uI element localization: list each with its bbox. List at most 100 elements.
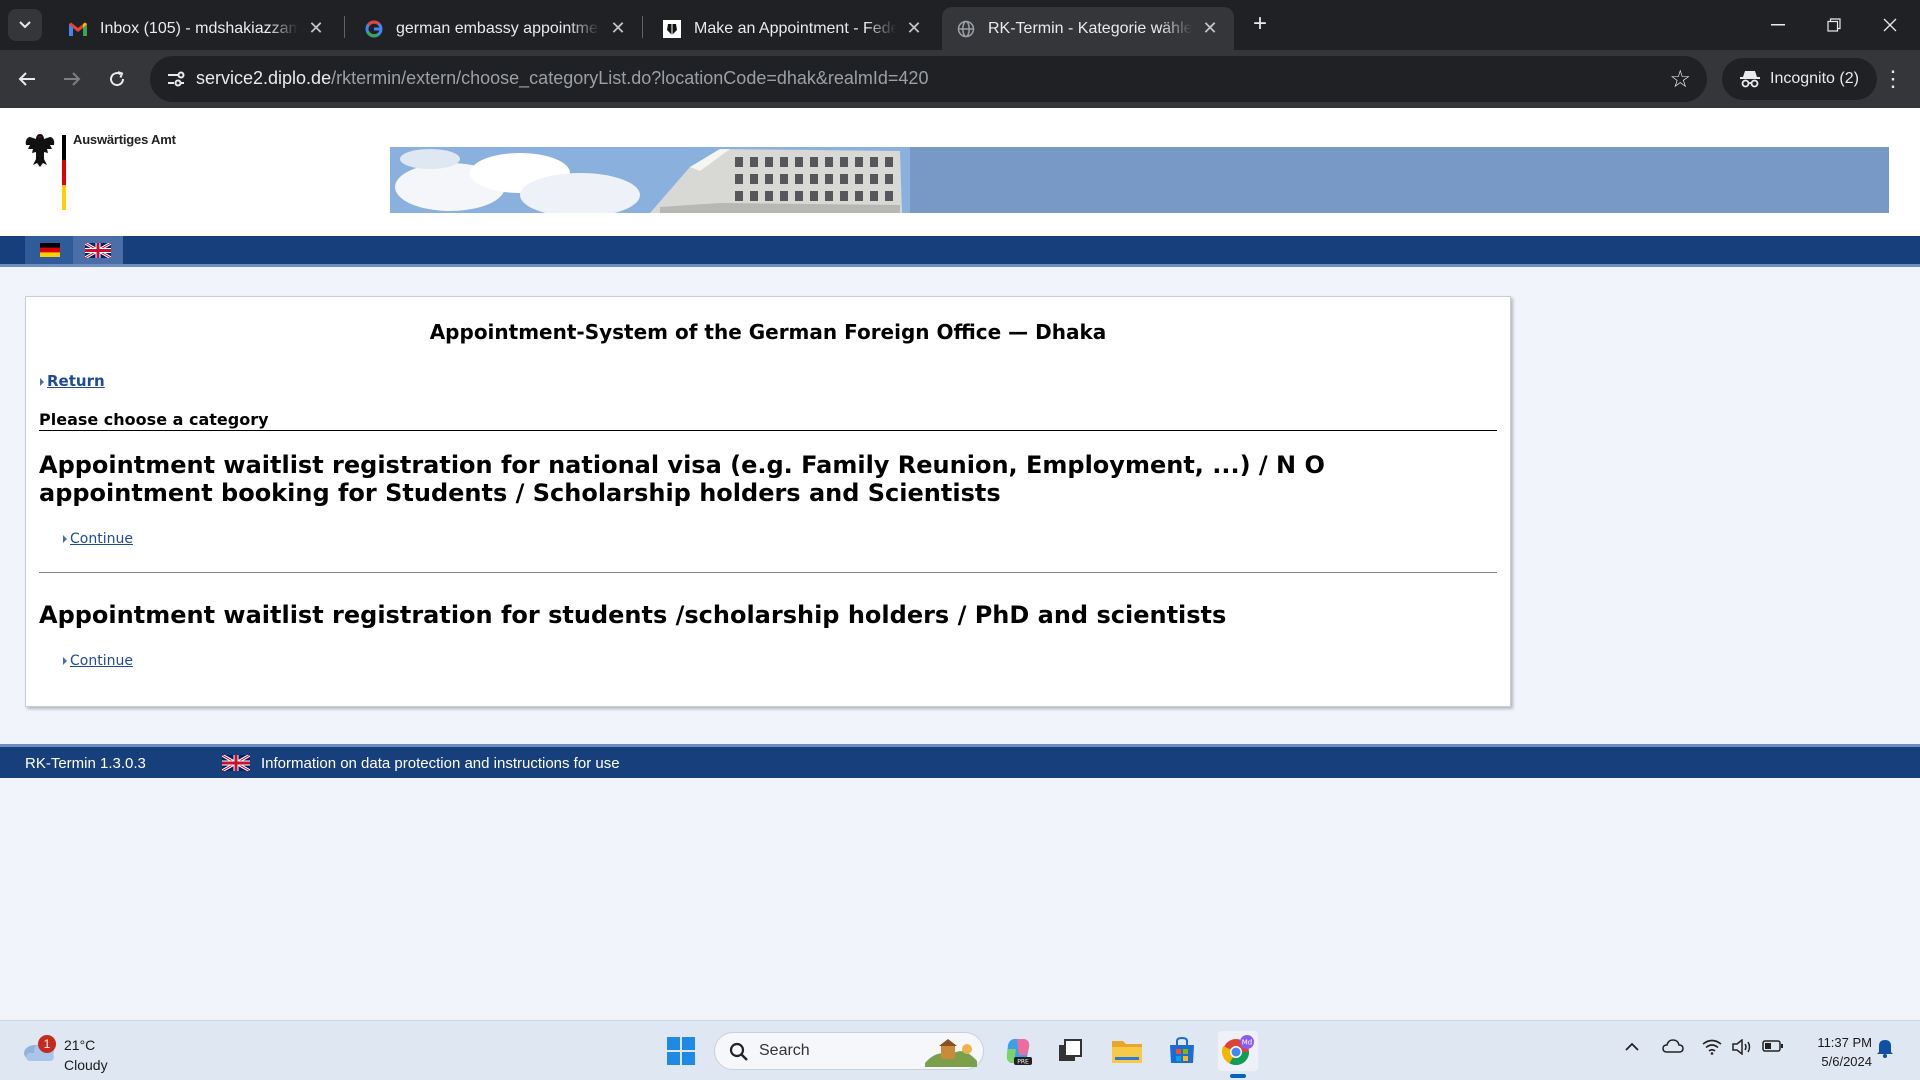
speaker-icon [1732,1038,1751,1056]
language-english-button[interactable] [73,236,123,264]
reload-button[interactable] [100,62,134,96]
close-icon[interactable]: ✕ [306,18,326,39]
tab-title: RK-Termin - Kategorie wählen [988,19,1192,37]
browser-tabstrip: Inbox (105) - mdshakiazzaman0 ✕ german e… [0,0,1920,50]
continue-link-students[interactable]: Continue [63,653,133,669]
continue-link-national-visa[interactable]: Continue [63,531,133,547]
chevron-up-icon [1625,1042,1639,1051]
notifications-button[interactable] [1876,1038,1894,1063]
incognito-label: Incognito (2) [1770,70,1859,87]
category-heading-students: Appointment waitlist registration for st… [39,601,1227,629]
uk-flag-icon [222,755,250,771]
search-highlight-illustration [925,1039,977,1067]
restore-button[interactable] [1806,0,1862,50]
close-icon [1883,18,1897,32]
category-panel: Appointment-System of the German Foreign… [25,296,1511,707]
forward-button[interactable] [55,62,89,96]
search-icon [729,1042,748,1061]
onedrive-icon [1662,1039,1684,1053]
copilot-button[interactable]: PRE [998,1031,1038,1071]
show-hidden-icons-button[interactable] [1624,1039,1640,1057]
task-view-icon [1059,1039,1082,1061]
close-window-button[interactable] [1862,0,1918,50]
continue-label: Continue [70,531,133,547]
wifi-icon [1702,1039,1722,1055]
task-view-button[interactable] [1050,1031,1090,1071]
google-icon [364,19,384,39]
tab-divider [344,16,345,38]
close-icon[interactable]: ✕ [1200,18,1220,39]
new-tab-button[interactable]: + [1246,11,1274,39]
browser-toolbar: service2.diplo.de/rktermin/extern/choose… [0,50,1920,108]
tab-google-search[interactable]: german embassy appointment dhaka ✕ [350,7,642,50]
german-flag-stripe [62,135,66,210]
tab-gmail[interactable]: Inbox (105) - mdshakiazzaman0 ✕ [54,7,340,50]
clock-date: 5/6/2024 [1821,1054,1872,1069]
windows-taskbar: 1 21°C Cloudy Search PRE Md 11:37 PM 5/6… [0,1020,1920,1080]
windows-logo-icon [667,1037,695,1065]
tab-title: german embassy appointment dhaka [396,19,600,37]
network-tray-icon[interactable] [1702,1039,1722,1060]
data-protection-link[interactable]: Information on data protection and instr… [261,755,620,772]
banner-building-image [390,147,1889,213]
close-icon[interactable]: ✕ [608,18,628,39]
federal-eagle-icon [25,134,55,167]
taskbar-search-box[interactable]: Search [714,1032,984,1070]
battery-icon [1762,1040,1783,1052]
tab-federal-foreign-office[interactable]: Make an Appointment - Federal Foreign Of… [648,7,938,50]
site-footer: RK-Termin 1.3.0.3 Information on data pr… [0,744,1920,778]
taskbar-clock[interactable]: 11:37 PM 5/6/2024 [1792,1033,1872,1071]
address-bar[interactable]: service2.diplo.de/rktermin/extern/choose… [150,56,1707,102]
onedrive-tray-icon[interactable] [1662,1039,1684,1058]
back-button[interactable] [10,62,44,96]
arrow-right-icon [63,657,67,665]
chrome-profile-badge: Md [1242,1039,1252,1047]
arrow-right-icon [40,377,44,386]
url-host: service2.diplo.de [196,68,332,88]
arrow-left-icon [18,72,35,86]
brand-text: Auswärtiges Amt [73,132,176,147]
gmail-icon [68,19,88,39]
restore-icon [1827,18,1841,32]
tab-search-button[interactable] [8,9,42,41]
battery-tray-icon[interactable] [1762,1039,1784,1058]
tab-title: Inbox (105) - mdshakiazzaman0 [100,19,298,37]
microsoft-store-button[interactable] [1162,1031,1202,1071]
minimize-button[interactable] [1750,0,1806,50]
return-link[interactable]: Return [40,372,105,390]
german-flag-icon [40,243,60,257]
globe-icon [956,19,976,39]
copilot-icon: PRE [1006,1038,1032,1066]
close-icon[interactable]: ✕ [904,18,924,39]
header-banner-image [390,147,1889,213]
reload-icon [110,71,125,87]
url-text[interactable]: service2.diplo.de/rktermin/extern/choose… [196,68,928,89]
folder-icon [1112,1041,1142,1063]
svg-text:PRE: PRE [1017,1059,1029,1066]
weather-widget[interactable]: 1 21°C Cloudy [22,1029,142,1073]
choose-category-label: Please choose a category [39,410,1497,431]
auswaertiges-amt-icon [662,19,682,39]
return-label: Return [47,372,105,390]
page-title: Appointment-System of the German Foreign… [429,320,1107,344]
tab-divider [642,16,643,38]
taskbar-search-label: Search [759,1042,810,1059]
url-path: /rktermin/extern/choose_categoryList.do?… [331,68,929,88]
browser-menu-icon[interactable]: ⋮ [1876,62,1910,96]
tab-title: Make an Appointment - Federal Foreign Of… [694,19,896,37]
volume-tray-icon[interactable] [1732,1038,1752,1060]
language-german-button[interactable] [25,236,75,264]
tab-rk-termin[interactable]: RK-Termin - Kategorie wählen ✕ [942,7,1234,50]
chrome-taskbar-button[interactable]: Md [1218,1031,1258,1071]
start-button[interactable] [661,1031,701,1071]
incognito-indicator[interactable]: Incognito (2) [1722,58,1877,100]
site-settings-icon[interactable] [162,66,190,92]
clock-time: 11:37 PM [1817,1035,1872,1050]
arrow-right-icon [64,72,81,86]
bookmark-star-icon[interactable]: ☆ [1669,65,1691,94]
footer-version: RK-Termin 1.3.0.3 [25,755,146,772]
continue-label: Continue [70,653,133,669]
minimize-icon [1771,24,1785,26]
file-explorer-button[interactable] [1107,1031,1147,1071]
language-bar [0,236,1920,267]
